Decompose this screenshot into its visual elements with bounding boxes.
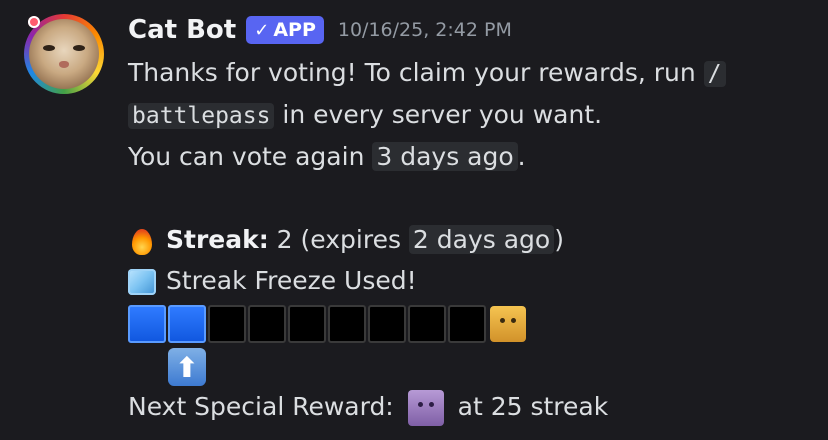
checkmark-icon: ✓ — [254, 19, 270, 41]
battlepass-code: battlepass — [128, 103, 275, 129]
gold-cat-box-icon — [490, 306, 526, 342]
slash-code: / — [703, 61, 726, 87]
progress-segment-empty — [288, 305, 326, 343]
message-line-2: battlepass in every server you want. — [128, 97, 602, 134]
progress-segment-empty — [368, 305, 406, 343]
bot-avatar[interactable] — [24, 14, 104, 94]
streak-line: Streak: 2 (expires 2 days ago) — [128, 222, 564, 258]
progress-segment-empty — [248, 305, 286, 343]
vote-again-text: You can vote again — [128, 142, 373, 171]
next-reward-label: Next Special Reward: — [128, 392, 402, 421]
server-text: in every server you want. — [274, 100, 603, 129]
up-arrow-icon: ⬆ — [168, 348, 206, 386]
streak-progress-bar — [128, 305, 526, 343]
message-header: Cat Bot ✓ APP 10/16/25, 2:42 PM — [128, 12, 512, 48]
avatar-decoration-icon — [28, 16, 40, 28]
progress-segment-filled — [128, 305, 166, 343]
streak-text: 2 (expires — [268, 225, 409, 254]
freeze-text: Streak Freeze Used! — [166, 266, 417, 295]
cat-eye-right — [73, 45, 85, 51]
fire-icon — [128, 225, 156, 257]
cat-photo — [29, 19, 99, 89]
progress-segment-empty — [328, 305, 366, 343]
vote-again-timestamp[interactable]: 3 days ago — [372, 142, 518, 171]
cat-nose — [59, 61, 69, 68]
freeze-line: Streak Freeze Used! — [128, 263, 417, 299]
thanks-text: Thanks for voting! To claim your rewards… — [128, 58, 704, 87]
period: . — [517, 142, 526, 171]
message-line-3: You can vote again 3 days ago. — [128, 139, 526, 175]
next-reward-line: Next Special Reward: at 25 streak — [128, 389, 608, 426]
app-badge-label: APP — [273, 19, 316, 41]
streak-label: Streak: — [166, 225, 269, 254]
progress-segment-empty — [208, 305, 246, 343]
progress-segment-empty — [408, 305, 446, 343]
ice-cube-icon — [128, 269, 156, 295]
author-name[interactable]: Cat Bot — [128, 15, 236, 45]
next-reward-text: at 25 streak — [449, 392, 609, 421]
purple-cat-box-icon — [407, 390, 444, 426]
progress-segment-filled — [168, 305, 206, 343]
message-timestamp[interactable]: 10/16/25, 2:42 PM — [338, 19, 512, 41]
cat-eye-left — [43, 45, 55, 51]
app-badge: ✓ APP — [246, 16, 324, 44]
streak-expiry-timestamp[interactable]: 2 days ago — [408, 225, 555, 254]
streak-end: ) — [554, 225, 564, 254]
progress-segment-empty — [448, 305, 486, 343]
message-line-1: Thanks for voting! To claim your rewards… — [128, 55, 726, 92]
